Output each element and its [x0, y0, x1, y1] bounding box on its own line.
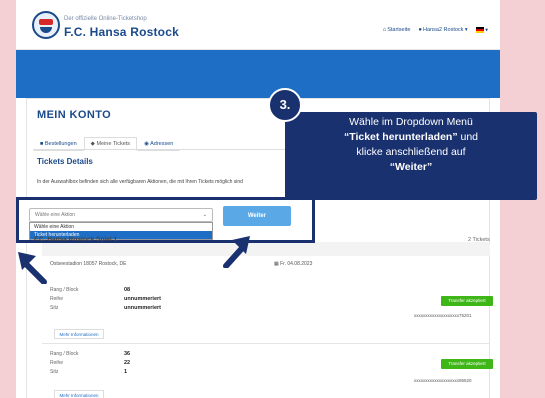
nav-user-label: Hansa2 Rostock ▾ [423, 27, 468, 34]
user-icon: ● [418, 27, 423, 34]
transfer-badge: Transfer akzeptiert [441, 359, 493, 369]
callout-line-2: “Ticket herunterladen” und [285, 130, 537, 145]
transfer-badge: Transfer akzeptiert [441, 296, 493, 306]
ticket-divider [42, 343, 490, 344]
callout-line-1: Wähle im Dropdown Menü [349, 116, 473, 128]
page-title: MEIN KONTO [37, 109, 112, 121]
ticket-icon: ◆ [90, 141, 95, 147]
tab-addresses-label: Adressen [150, 141, 174, 147]
ticket-2-labels: Rang / Block Reihe Sitz [50, 350, 78, 377]
home-icon: ⌂ [382, 27, 387, 34]
ticket-1-labels: Rang / Block Reihe Sitz [50, 286, 78, 313]
value-row: 22 [124, 360, 131, 366]
value-seat: unnummeriert [124, 305, 161, 311]
tab-my-tickets-label: Meine Tickets [96, 141, 131, 147]
step-number-badge: 3. [268, 88, 302, 122]
top-nav: ⌂Startseite ●Hansa2 Rostock ▾ ▾ [383, 27, 488, 33]
callout-line-4: “Weiter” [285, 160, 537, 175]
value-row: unnummeriert [124, 296, 161, 302]
event-name: F.C. Hansa Rostock Spiel 1 [34, 236, 118, 243]
nav-home-label: Startseite [387, 27, 411, 34]
cart-icon: ■ [40, 141, 44, 147]
value-block: 08 [124, 287, 131, 293]
action-select-value: Wähle eine Aktion [35, 212, 76, 218]
instruction-callout: Wähle im Dropdown Menü “Ticket herunterl… [285, 112, 537, 200]
arrow-to-button-icon [223, 236, 250, 268]
label-seat: Sitz [50, 369, 59, 375]
callout-option-name: “Ticket herunterladen” [343, 131, 458, 143]
ticket-count: 2 Tickets [468, 237, 490, 243]
label-block: Rang / Block [50, 287, 79, 293]
hero-band [16, 50, 500, 98]
brand-title[interactable]: F.C. Hansa Rostock [64, 25, 179, 39]
nav-language[interactable]: ▾ [475, 27, 488, 34]
more-info-button[interactable]: Mehr Informationen [54, 329, 104, 339]
nav-user[interactable]: ●Hansa2 Rostock ▾ [418, 27, 467, 33]
label-row: Reihe [50, 360, 64, 366]
nav-home[interactable]: ⌂Startseite [383, 27, 411, 33]
label-seat: Sitz [50, 305, 59, 311]
site-header: Der offizielle Online-Ticketshop F.C. Ha… [16, 0, 500, 50]
intro-text: In der Auswahlbox befinden sich alle ver… [37, 179, 243, 185]
tickets-heading: Tickets Details [37, 157, 93, 166]
event-date: ▦ Fr. 04.08.2023 [274, 261, 312, 267]
option-choose-action[interactable]: Wähle eine Aktion [30, 223, 212, 231]
event-header-bar [42, 242, 490, 256]
value-seat: 1 [124, 369, 128, 375]
ticket-barcode: xxxxxxxxxxxxxxxxxxxx95520 [414, 378, 472, 383]
globe-icon: ◉ [144, 141, 149, 147]
calendar-icon: ▦ [274, 261, 279, 267]
event-date-text: Fr. 04.08.2023 [280, 261, 313, 267]
club-logo[interactable] [32, 11, 60, 39]
callout-line-3: klicke anschließend auf [356, 146, 466, 158]
chevron-down-icon: ⌄ [202, 212, 207, 218]
ticket-1-values: 08 unnummeriert unnummeriert [124, 286, 161, 313]
event-venue: Ostseestadion 18057 Rostock, DE [50, 261, 127, 267]
value-block: 36 [124, 351, 131, 357]
callout-line-2-rest: und [457, 131, 479, 143]
action-select[interactable]: Wähle eine Aktion ⌄ [29, 208, 213, 222]
label-block: Rang / Block [50, 351, 79, 357]
callout-button-name: “Weiter” [389, 161, 433, 173]
ticket-barcode: xxxxxxxxxxxxxxxxxxxx75201 [414, 313, 472, 318]
flag-de-icon [475, 27, 484, 33]
more-info-button[interactable]: Mehr Informationen [54, 390, 104, 398]
label-row: Reihe [50, 296, 64, 302]
continue-button[interactable]: Weiter [223, 206, 291, 226]
brand-subtitle: Der offizielle Online-Ticketshop [64, 16, 147, 22]
ticket-2-values: 36 22 1 [124, 350, 130, 377]
nav-language-caret: ▾ [485, 27, 488, 34]
tab-orders-label: Bestellungen [44, 141, 77, 147]
arrow-to-option-icon [18, 252, 47, 284]
